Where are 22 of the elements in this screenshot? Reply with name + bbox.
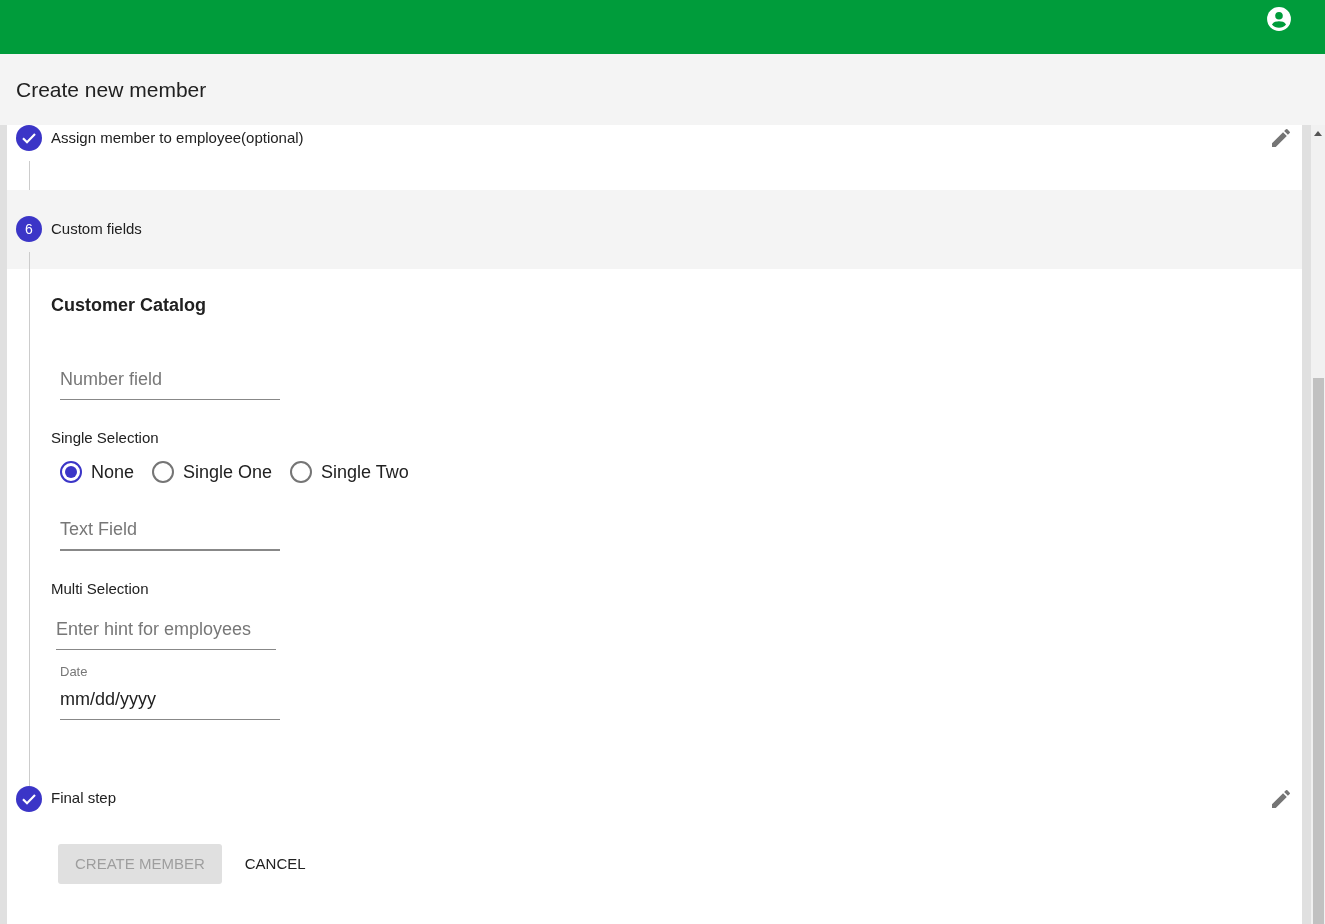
scrollbar[interactable] [1311, 125, 1325, 924]
text-field[interactable]: Number field [60, 360, 280, 400]
multi-select-field[interactable]: Enter hint for employees [56, 610, 276, 650]
edit-pencil-icon[interactable] [1269, 126, 1293, 150]
radio-option[interactable]: Single Two [290, 458, 409, 486]
field-label: Single Selection [51, 428, 160, 448]
step-title[interactable]: Assign member to employee(optional) [51, 126, 304, 150]
action-button[interactable]: CANCEL [227, 843, 323, 884]
account-icon[interactable] [1266, 6, 1292, 32]
field-label: Multi Selection [51, 578, 150, 599]
scroll-up-arrow-icon[interactable] [1314, 131, 1322, 136]
section-title: Customer Catalog [51, 294, 208, 317]
text-field[interactable]: Text Field [60, 509, 280, 551]
field-label: Date [60, 663, 89, 681]
scrollbar-thumb[interactable] [1313, 378, 1324, 924]
step-number: 6 [16, 216, 42, 242]
radio-option[interactable]: Single One [152, 458, 273, 486]
step-title[interactable]: Final step [51, 787, 117, 810]
radio-option[interactable]: None [60, 458, 135, 486]
date-field[interactable]: mm/dd/yyyy [60, 681, 280, 720]
step-title[interactable]: Custom fields [51, 217, 142, 241]
page-title: Create new member [16, 76, 207, 103]
